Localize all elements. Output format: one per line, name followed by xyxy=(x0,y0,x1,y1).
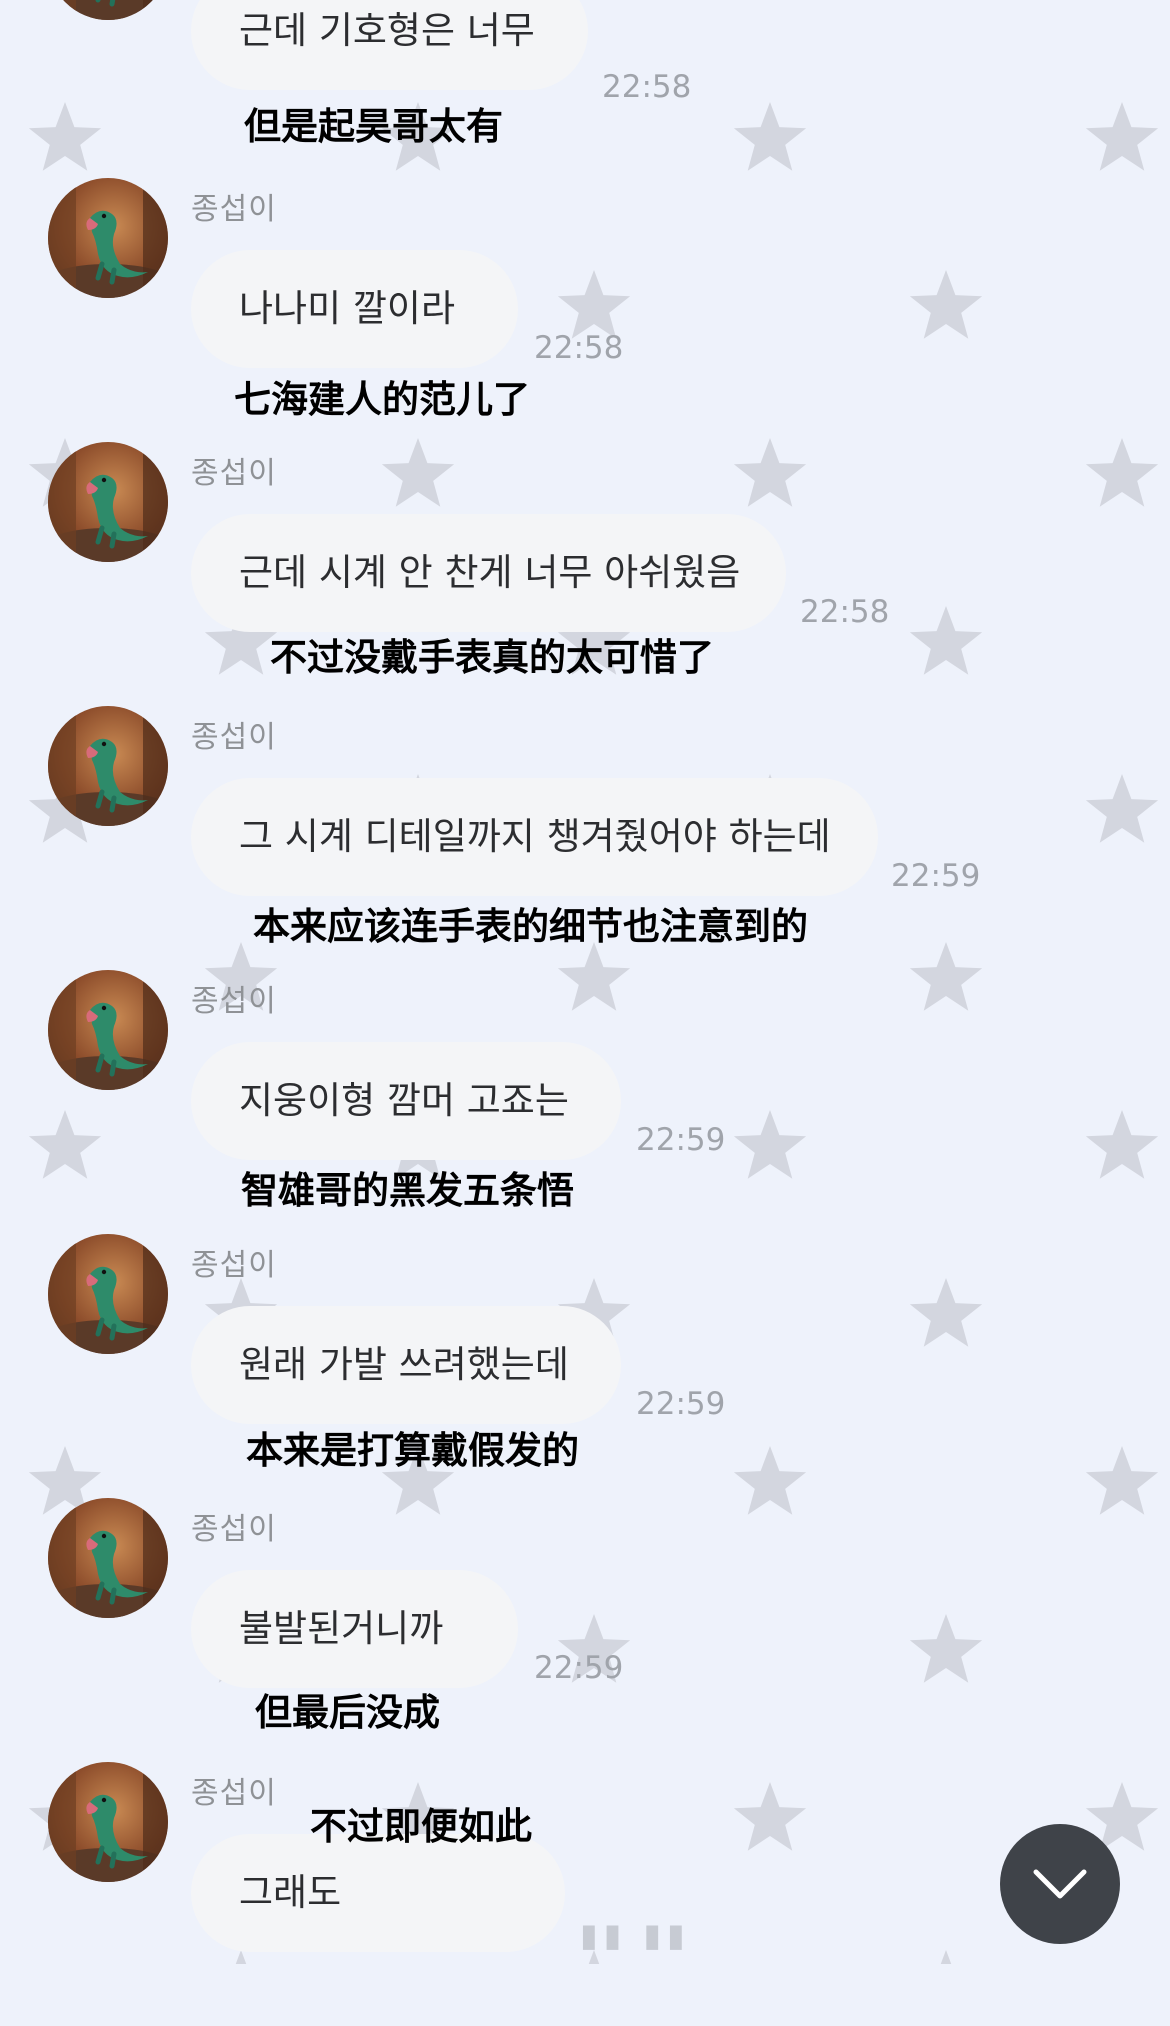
message-text: 그래도 xyxy=(239,1871,342,1914)
message-timestamp: 22:58 xyxy=(534,330,624,366)
dinosaur-avatar-icon[interactable] xyxy=(48,442,168,562)
message-text: 원래 가발 쓰려했는데 xyxy=(239,1343,569,1386)
message-timestamp: 22:59 xyxy=(534,1650,624,1686)
message-text: 지웅이형 깜머 고죠는 xyxy=(239,1079,569,1122)
translation-caption: 智雄哥的黑发五条悟 xyxy=(241,1169,574,1212)
message-group: 종섭이 원래 가발 쓰려했는데 22:59 本来是打算戴假发的 xyxy=(0,1234,1170,1498)
sender-name: 종섭이 xyxy=(191,1512,277,1547)
message-timestamp: 22:59 xyxy=(891,858,981,894)
sender-name: 종섭이 xyxy=(191,1248,277,1283)
sender-name: 종섭이 xyxy=(191,192,277,227)
translation-caption: 但最后没成 xyxy=(255,1691,440,1734)
message-timestamp: 22:59 xyxy=(636,1386,726,1422)
translation-caption: 七海建人的范儿了 xyxy=(234,378,530,421)
dinosaur-avatar-icon[interactable] xyxy=(48,706,168,826)
message-group: 근데 기호형은 너무 22:58 但是起昊哥太有 xyxy=(0,0,1170,164)
message-group: 종섭이 그래도 不过即便如此 xyxy=(0,1762,1170,2026)
message-group: 종섭이 지웅이형 깜머 고죠는 22:59 智雄哥的黑发五条悟 xyxy=(0,970,1170,1234)
message-bubble[interactable]: 불발된거니까 xyxy=(191,1570,518,1688)
sender-name: 종섭이 xyxy=(191,1776,277,1811)
translation-caption: 不过没戴手表真的太可惜了 xyxy=(270,636,714,679)
message-text: 그 시계 디테일까지 챙겨줬어야 하는데 xyxy=(239,815,831,858)
translation-caption: 不过即便如此 xyxy=(310,1805,532,1848)
message-text: 근데 시계 안 찬게 너무 아쉬웠음 xyxy=(239,551,741,594)
message-text: 불발된거니까 xyxy=(239,1607,444,1650)
sender-name: 종섭이 xyxy=(191,984,277,1019)
message-group: 종섭이 불발된거니까 22:59 但最后没成 xyxy=(0,1498,1170,1762)
typing-indicator: ▮▮ ▮▮ xyxy=(580,1916,691,1954)
message-bubble[interactable]: 근데 기호형은 너무 xyxy=(191,0,588,90)
message-bubble[interactable]: 그 시계 디테일까지 챙겨줬어야 하는데 xyxy=(191,778,878,896)
dinosaur-avatar-icon[interactable] xyxy=(48,1498,168,1618)
scroll-to-bottom-button[interactable] xyxy=(1000,1824,1120,1944)
message-group: 종섭이 그 시계 디테일까지 챙겨줬어야 하는데 22:59 本来应该连手表的细… xyxy=(0,706,1170,970)
translation-caption: 本来应该连手表的细节也注意到的 xyxy=(253,905,808,948)
chevron-down-icon xyxy=(1033,1869,1087,1899)
message-timestamp: 22:58 xyxy=(800,594,890,630)
message-bubble[interactable]: 원래 가발 쓰려했는데 xyxy=(191,1306,621,1424)
sender-name: 종섭이 xyxy=(191,720,277,755)
message-timestamp: 22:59 xyxy=(636,1122,726,1158)
message-timestamp: 22:58 xyxy=(602,69,692,105)
message-bubble[interactable]: 나나미 깔이라 xyxy=(191,250,518,368)
sender-name: 종섭이 xyxy=(191,456,277,491)
message-bubble[interactable]: 지웅이형 깜머 고죠는 xyxy=(191,1042,621,1160)
dinosaur-avatar-icon[interactable] xyxy=(48,1234,168,1354)
dinosaur-avatar-icon[interactable] xyxy=(48,1762,168,1882)
message-text: 근데 기호형은 너무 xyxy=(239,9,535,52)
message-bubble[interactable]: 그래도 xyxy=(191,1834,565,1952)
dinosaur-avatar-icon[interactable] xyxy=(48,178,168,298)
dinosaur-avatar-icon[interactable] xyxy=(48,970,168,1090)
message-bubble[interactable]: 근데 시계 안 찬게 너무 아쉬웠음 xyxy=(191,514,786,632)
message-text: 나나미 깔이라 xyxy=(239,287,456,330)
message-group: 종섭이 근데 시계 안 찬게 너무 아쉬웠음 22:58 不过没戴手表真的太可惜… xyxy=(0,442,1170,706)
translation-caption: 本来是打算戴假发的 xyxy=(246,1429,579,1472)
dinosaur-avatar-icon[interactable] xyxy=(48,0,168,20)
translation-caption: 但是起昊哥太有 xyxy=(244,105,503,148)
message-group: 종섭이 나나미 깔이라 22:58 七海建人的范儿了 xyxy=(0,178,1170,442)
